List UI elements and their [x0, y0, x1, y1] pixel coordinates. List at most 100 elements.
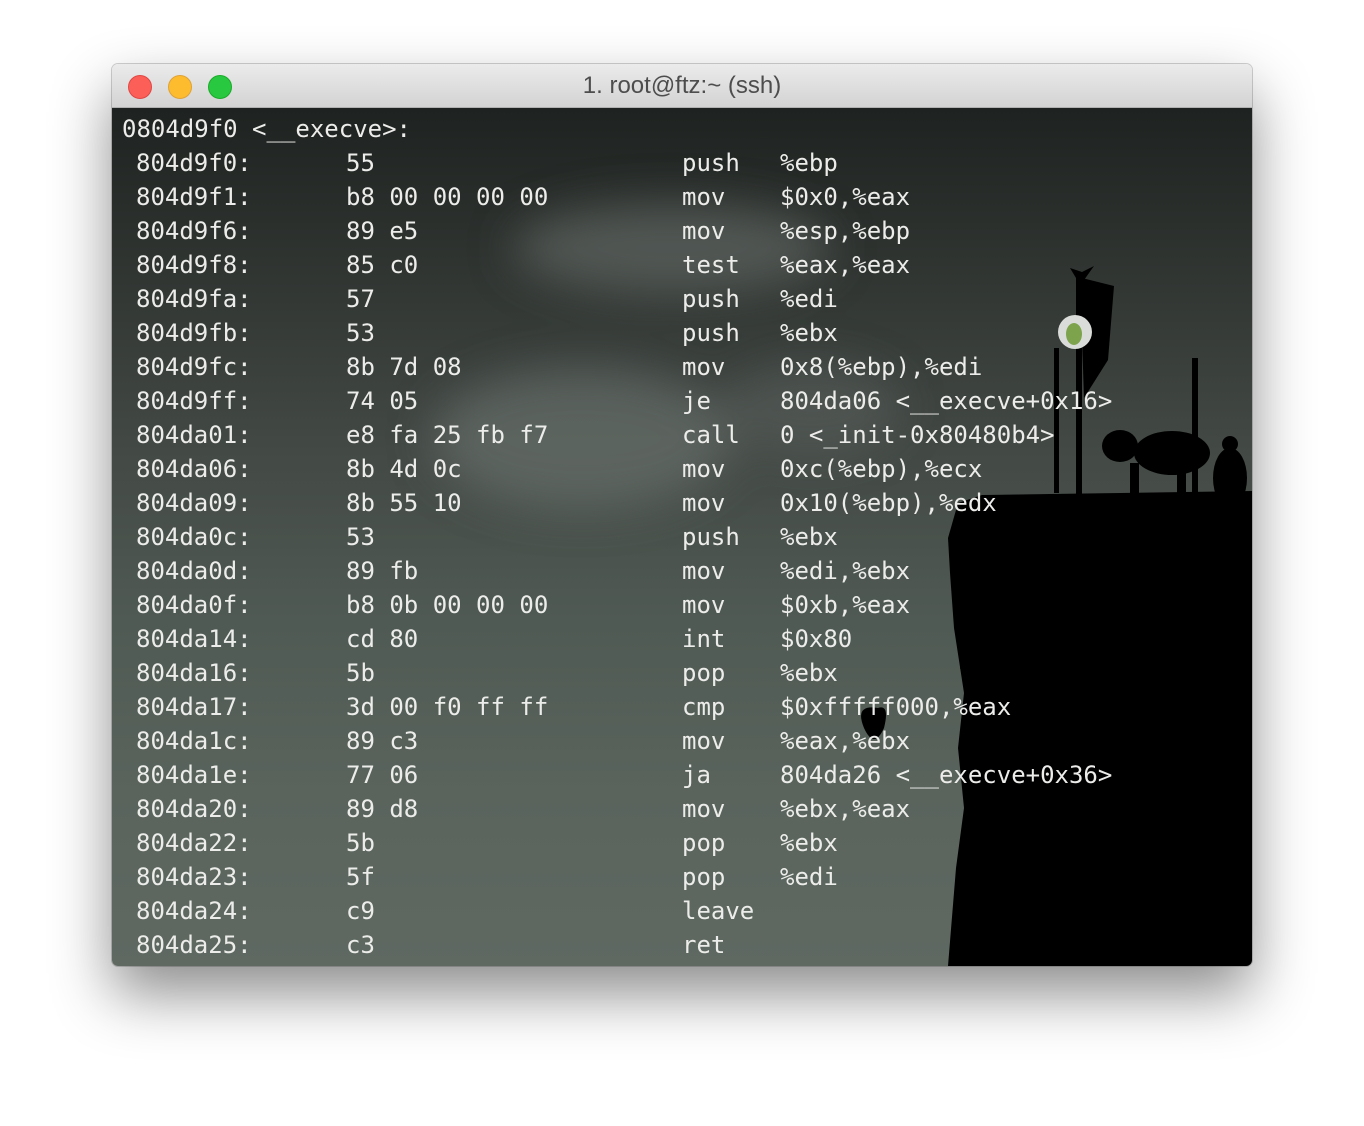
instruction-mnemonic: mov [682, 353, 726, 381]
instruction-address: 804d9f6: [136, 217, 252, 245]
instruction-operands: %eax,%ebx [780, 727, 911, 755]
instruction-bytes: 89 e5 [346, 217, 419, 245]
instruction-address: 804d9ff: [136, 387, 252, 415]
instruction-address: 804da24: [136, 897, 252, 925]
instruction-operands: %ebx [780, 829, 838, 857]
instruction-bytes: 77 06 [346, 761, 419, 789]
instruction-address: 804da23: [136, 863, 252, 891]
instruction-bytes: c9 [346, 897, 375, 925]
disassembly-line: 804da01: e8 fa 25 fb f7 call 0 <_init-0x804… [112, 418, 1252, 452]
instruction-mnemonic: je [682, 387, 711, 415]
instruction-operands: %edi,%ebx [780, 557, 911, 585]
instruction-address: 804d9f1: [136, 183, 252, 211]
disassembly-line: 804d9fa: 57 push %edi [112, 282, 1252, 316]
terminal-window[interactable]: 1. root@ftz:~ (ssh) 0804d9f0 <__execve>:… [112, 64, 1252, 966]
instruction-mnemonic: push [682, 319, 740, 347]
instruction-mnemonic: push [682, 149, 740, 177]
function-header-line: 0804d9f0 <__execve>: [112, 112, 1252, 146]
instruction-bytes: 89 d8 [346, 795, 419, 823]
instruction-operands: %edi [780, 285, 838, 313]
instruction-bytes: 74 05 [346, 387, 419, 415]
instruction-address: 804da20: [136, 795, 252, 823]
instruction-bytes: cd 80 [346, 625, 419, 653]
instruction-address: 804da1e: [136, 761, 252, 789]
instruction-address: 804da0d: [136, 557, 252, 585]
instruction-operands: $0x0,%eax [780, 183, 911, 211]
disassembly-line: 804d9f1: b8 00 00 00 00 mov $0x0,%eax [112, 180, 1252, 214]
instruction-address: 804d9fa: [136, 285, 252, 313]
instruction-mnemonic: mov [682, 217, 726, 245]
instruction-mnemonic: ja [682, 761, 711, 789]
window-title: 1. root@ftz:~ (ssh) [582, 72, 782, 99]
instruction-operands: 0x8(%ebp),%edi [780, 353, 983, 381]
instruction-address: 804da0c: [136, 523, 252, 551]
instruction-bytes: 8b 4d 0c [346, 455, 462, 483]
instruction-operands: %ebx,%eax [780, 795, 911, 823]
instruction-address: 804da06: [136, 455, 252, 483]
instruction-mnemonic: push [682, 523, 740, 551]
instruction-address: 804d9f0: [136, 149, 252, 177]
instruction-bytes: 5b [346, 829, 375, 857]
instruction-operands: $0x80 [780, 625, 853, 653]
instruction-address: 804da1c: [136, 727, 252, 755]
instruction-bytes: 57 [346, 285, 375, 313]
instruction-address: 804da0f: [136, 591, 252, 619]
instruction-bytes: b8 00 00 00 00 [346, 183, 549, 211]
instruction-mnemonic: call [682, 421, 740, 449]
instruction-operands: %ebp [780, 149, 838, 177]
instruction-bytes: b8 0b 00 00 00 [346, 591, 549, 619]
instruction-bytes: 85 c0 [346, 251, 419, 279]
disassembly-line: 804da22: 5b pop %ebx [112, 826, 1252, 860]
instruction-bytes: 89 c3 [346, 727, 419, 755]
disassembly-line: 804da1e: 77 06 ja 804da26 <__execve+0x36> [112, 758, 1252, 792]
instruction-operands: %ebx [780, 523, 838, 551]
instruction-address: 804d9f8: [136, 251, 252, 279]
instruction-address: 804da09: [136, 489, 252, 517]
instruction-operands: 804da26 <__execve+0x36> [780, 761, 1113, 789]
disassembly-line: 804da09: 8b 55 10 mov 0x10(%ebp),%edx [112, 486, 1252, 520]
instruction-bytes: 55 [346, 149, 375, 177]
instruction-operands: %edi [780, 863, 838, 891]
disassembly-line: 804da0d: 89 fb mov %edi,%ebx [112, 554, 1252, 588]
instruction-address: 804da16: [136, 659, 252, 687]
instruction-mnemonic: mov [682, 795, 726, 823]
title-bar[interactable]: 1. root@ftz:~ (ssh) [112, 64, 1252, 108]
instruction-address: 804da25: [136, 931, 252, 959]
disassembly-line: 804d9f6: 89 e5 mov %esp,%ebp [112, 214, 1252, 248]
instruction-mnemonic: push [682, 285, 740, 313]
instruction-operands: 0xc(%ebp),%ecx [780, 455, 983, 483]
terminal-content[interactable]: 0804d9f0 <__execve>: 804d9f0: 55 push %ebp 8… [112, 108, 1252, 966]
disassembly-line: 804da23: 5f pop %edi [112, 860, 1252, 894]
instruction-mnemonic: int [682, 625, 726, 653]
instruction-address: 804da01: [136, 421, 252, 449]
disassembly-line: 804da0f: b8 0b 00 00 00 mov $0xb,%eax [112, 588, 1252, 622]
disassembly-line: 804da14: cd 80 int $0x80 [112, 622, 1252, 656]
instruction-bytes: 8b 7d 08 [346, 353, 462, 381]
disassembly-line: 804da1c: 89 c3 mov %eax,%ebx [112, 724, 1252, 758]
instruction-mnemonic: mov [682, 455, 726, 483]
instruction-operands: $0xfffff000,%eax [780, 693, 1012, 721]
instruction-bytes: 3d 00 f0 ff ff [346, 693, 549, 721]
disassembly-line: 804d9ff: 74 05 je 804da06 <__execve+0x16> [112, 384, 1252, 418]
instruction-operands: 0x10(%ebp),%edx [780, 489, 997, 517]
instruction-operands: %ebx [780, 319, 838, 347]
instruction-operands: %esp,%ebp [780, 217, 911, 245]
function-header: 0804d9f0 <__execve>: [122, 115, 411, 143]
instruction-mnemonic: leave [682, 897, 755, 925]
instruction-bytes: 89 fb [346, 557, 419, 585]
disassembly-output[interactable]: 0804d9f0 <__execve>: 804d9f0: 55 push %ebp 8… [112, 112, 1252, 962]
instruction-bytes: 5f [346, 863, 375, 891]
instruction-mnemonic: pop [682, 863, 726, 891]
instruction-operands: %eax,%eax [780, 251, 911, 279]
instruction-address: 804da14: [136, 625, 252, 653]
disassembly-line: 804d9fc: 8b 7d 08 mov 0x8(%ebp),%edi [112, 350, 1252, 384]
instruction-bytes: 5b [346, 659, 375, 687]
instruction-bytes: c3 [346, 931, 375, 959]
disassembly-line: 804da0c: 53 push %ebx [112, 520, 1252, 554]
disassembly-line: 804da16: 5b pop %ebx [112, 656, 1252, 690]
instruction-address: 804d9fb: [136, 319, 252, 347]
instruction-mnemonic: mov [682, 489, 726, 517]
instruction-bytes: 53 [346, 523, 375, 551]
instruction-operands: %ebx [780, 659, 838, 687]
instruction-address: 804d9fc: [136, 353, 252, 381]
